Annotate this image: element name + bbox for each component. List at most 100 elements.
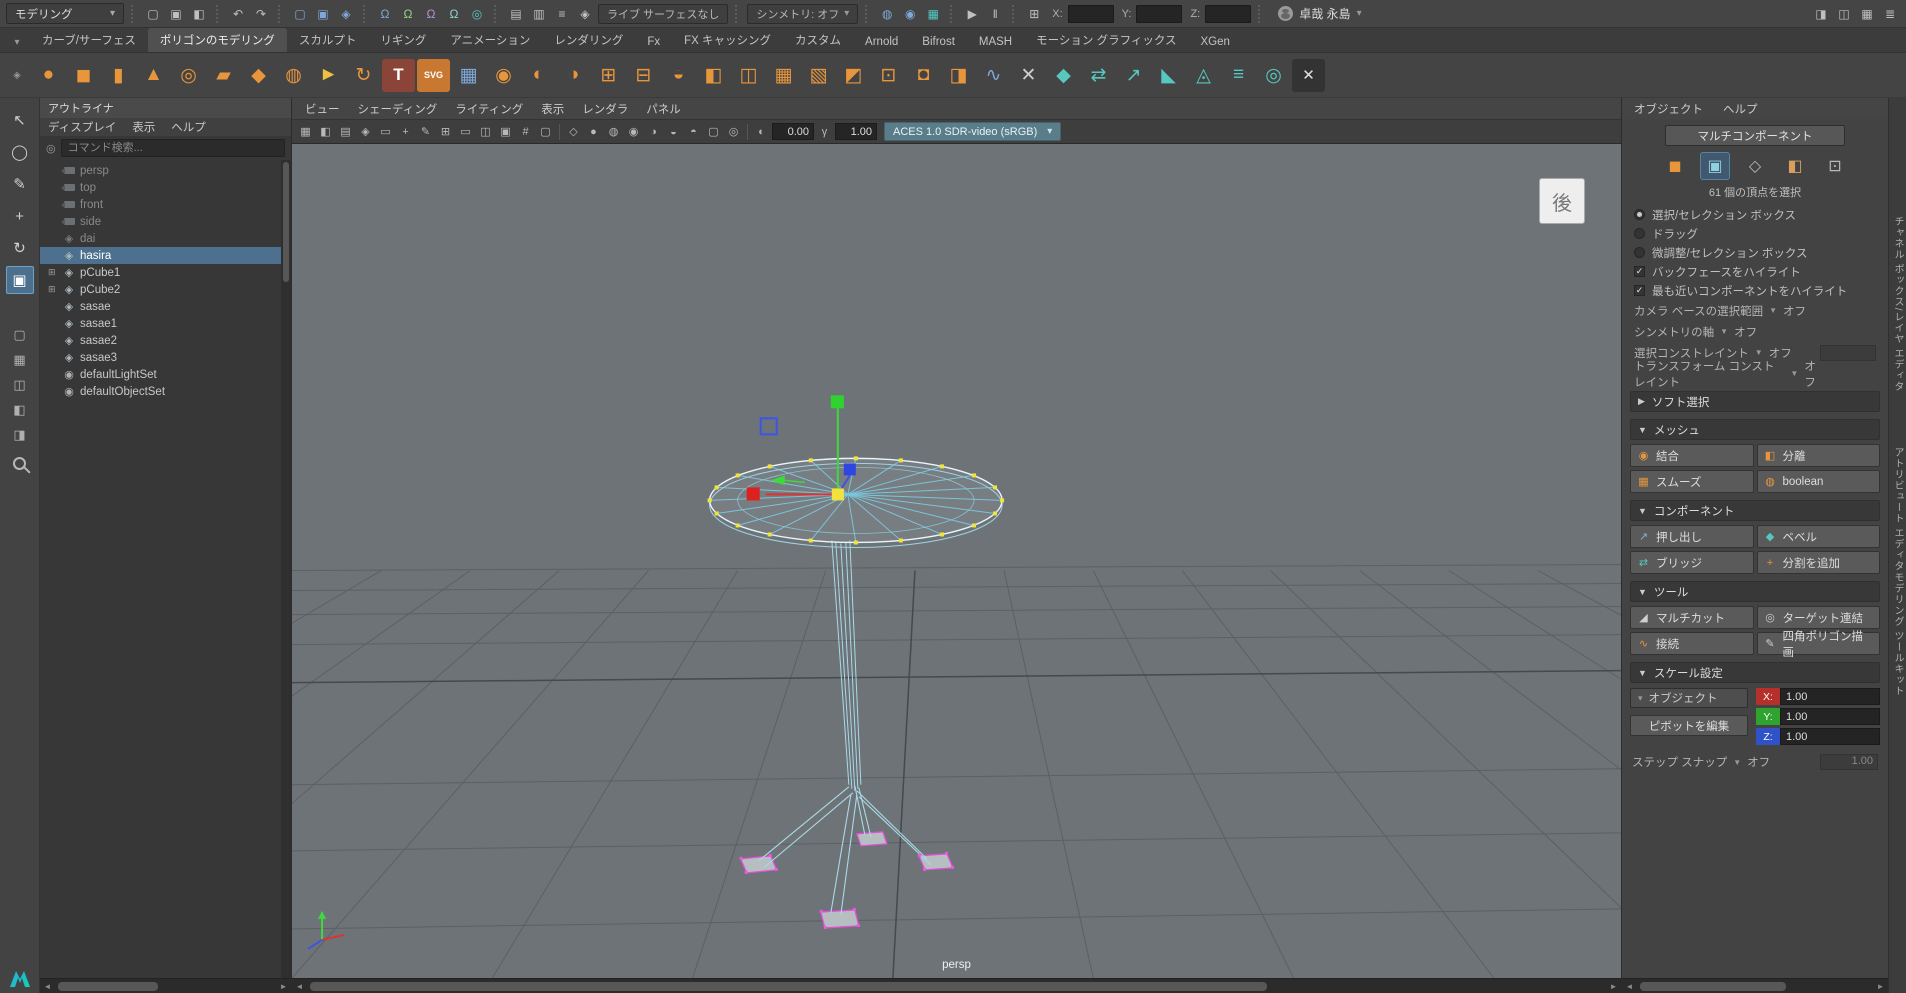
smooth-shade-icon[interactable]: ● [584,122,603,141]
separate-button[interactable]: ◧ 分離 [1756,444,1880,467]
ultra-shape-icon[interactable]: ▦ [452,59,485,92]
viewport-menu-item[interactable]: パネル [637,101,690,117]
add-divisions-button[interactable]: + 分割を追加 [1756,551,1880,574]
lasso-tool[interactable]: ◯ [6,138,34,166]
viewport-hscrollbar[interactable]: ◄ ► [292,978,1621,993]
exposure-field[interactable]: 0.00 [772,123,814,140]
shadows-icon[interactable]: ◑ [644,122,663,141]
camera-lock-icon[interactable]: ◧ [316,122,335,141]
object-mode-icon[interactable]: ◼ [1660,152,1690,180]
shelf-tab[interactable]: レンダリング [542,28,635,52]
fill-hole-icon[interactable]: ◘ [907,59,940,92]
scroll-right-arrow[interactable]: ► [1606,979,1621,993]
z-coord-field[interactable] [1205,4,1252,23]
outliner-menu-item[interactable]: ヘルプ [171,119,206,135]
select-by-component-icon[interactable]: ◈ [336,4,356,24]
ipr-render-icon[interactable]: ◉ [900,4,920,24]
section-soft-select[interactable]: ▶ ソフト選択 [1630,391,1880,412]
undo-icon[interactable]: ↶ [228,4,248,24]
reduce-icon[interactable]: ▧ [802,59,835,92]
sculpt-tool-icon[interactable]: ► [312,59,345,92]
extract-icon[interactable]: ◧ [697,59,730,92]
pan-zoom-icon[interactable]: + [396,122,415,141]
quadrangulate-icon[interactable]: ⊡ [872,59,905,92]
outliner-item[interactable]: ⊞ pCube2 [40,281,291,298]
pause-icon[interactable]: ‖ [985,4,1005,24]
view-cube[interactable]: 後 [1539,178,1585,224]
section-scale-settings[interactable]: ▼ スケール設定 [1630,662,1880,683]
image-plane-icon[interactable]: ▭ [376,122,395,141]
toolkit-menu-item[interactable]: オブジェクト [1624,101,1713,117]
highlight-selection-icon[interactable]: ◈ [575,4,595,24]
shelf-tab[interactable]: リギング [368,28,438,52]
two-pane-side-layout[interactable]: ◫ [8,374,32,395]
shelf-tab-menu-icon[interactable]: ▾ [4,32,30,52]
boolean-button[interactable]: ◍ boolean [1756,470,1880,493]
expand-toggle-icon[interactable]: ⊞ [48,267,61,278]
curve-spiral-icon[interactable]: ↻ [347,59,380,92]
scrollbar-thumb[interactable] [310,981,1267,991]
isolate-select-icon[interactable]: ◎ [724,122,743,141]
layout-icon[interactable]: ◫ [1834,4,1854,24]
move-tool[interactable]: + [6,202,34,230]
viewport-menu-item[interactable]: 表示 [532,101,573,117]
edit-pivot-button[interactable]: ピボットを編集 [1630,715,1748,736]
bevel-button[interactable]: ◆ ベベル [1756,525,1880,548]
vertex-mode-icon[interactable]: ◇ [1740,152,1770,180]
outliner-item[interactable]: defaultObjectSet [40,383,291,400]
drag-option[interactable]: ドラッグ [1630,224,1880,243]
axis-value-field[interactable]: 1.00 [1780,728,1880,745]
render-icon[interactable]: ◍ [877,4,897,24]
step-snap-field[interactable]: 1.00 [1820,754,1878,770]
outputs-icon[interactable]: ▥ [529,4,549,24]
inputs-icon[interactable]: ▤ [506,4,526,24]
evaluation-icon[interactable]: ▶ [962,4,982,24]
uv-mode-icon[interactable]: ⊡ [1820,152,1850,180]
ao-icon[interactable]: ◒ [664,122,683,141]
symmetry-axis-dropdown[interactable]: シンメトリの軸 ▼ オフ [1630,321,1880,342]
scale-mode-dropdown[interactable]: オブジェクト [1630,688,1748,708]
section-mesh[interactable]: ▼ メッシュ [1630,419,1880,440]
search-filter-icon[interactable]: ◎ [46,142,56,155]
textured-icon[interactable]: ◍ [604,122,623,141]
multi-component-button[interactable]: マルチコンポーネント [1665,125,1845,146]
highlight-backfaces-option[interactable]: バックフェースをハイライト [1630,262,1880,281]
outliner-menu-item[interactable]: 表示 [132,119,155,135]
outliner-item[interactable]: dai [40,230,291,247]
shelf-options-icon[interactable]: ◈ [4,65,30,85]
gate-mask-icon[interactable]: ▣ [496,122,515,141]
shelf-tab[interactable]: FX キャッシング [672,28,783,52]
tweak-select-option[interactable]: 微調整/セレクション ボックス [1630,243,1880,262]
scrollbar-thumb[interactable] [58,981,159,991]
shelf-tab[interactable]: アニメーション [438,28,542,52]
project-curve-icon[interactable]: ∿ [977,59,1010,92]
shelf-tab[interactable]: Arnold [853,32,910,52]
safe-action-icon[interactable]: ▢ [536,122,555,141]
menu-icon[interactable]: ≣ [1880,4,1900,24]
axis-value-field[interactable]: 1.00 [1780,708,1880,725]
sidebar-vertical-tab[interactable]: チャネル ボックス/レイヤ エディタ [1890,216,1905,392]
outliner-vscrollbar[interactable] [281,160,291,978]
viewport-menu-item[interactable]: ライティング [446,101,532,117]
smooth-icon[interactable]: ◒ [662,59,695,92]
y-coord-field[interactable] [1136,4,1183,23]
camera-attributes-icon[interactable]: ▤ [336,122,355,141]
scrollbar-thumb[interactable] [1640,981,1787,991]
triangulate-icon[interactable]: ◩ [837,59,870,92]
open-scene-icon[interactable]: ▣ [166,4,186,24]
wedge-icon[interactable]: ◣ [1152,59,1185,92]
xray-icon[interactable]: ▢ [704,122,723,141]
outliner-item[interactable]: persp [40,162,291,179]
shelf-tab[interactable]: カスタム [783,28,853,52]
bevel-icon[interactable]: ◆ [1047,59,1080,92]
outliner-item[interactable]: sasae3 [40,349,291,366]
step-snap-row[interactable]: ステップ スナップ ▼ オフ 1.00 [1630,754,1880,770]
target-weld-icon[interactable]: ◎ [1257,59,1290,92]
outliner-hscrollbar[interactable]: ◄ ► [40,978,291,993]
scroll-left-arrow[interactable]: ◄ [292,979,307,993]
connect-button[interactable]: ∿ 接続 [1630,632,1754,655]
poly-cone-icon[interactable]: ▲ [137,59,170,92]
viewport-canvas[interactable]: 後 persp [292,144,1621,978]
make-live-icon[interactable]: ◎ [467,4,487,24]
append-polygon-icon[interactable]: ◨ [942,59,975,92]
